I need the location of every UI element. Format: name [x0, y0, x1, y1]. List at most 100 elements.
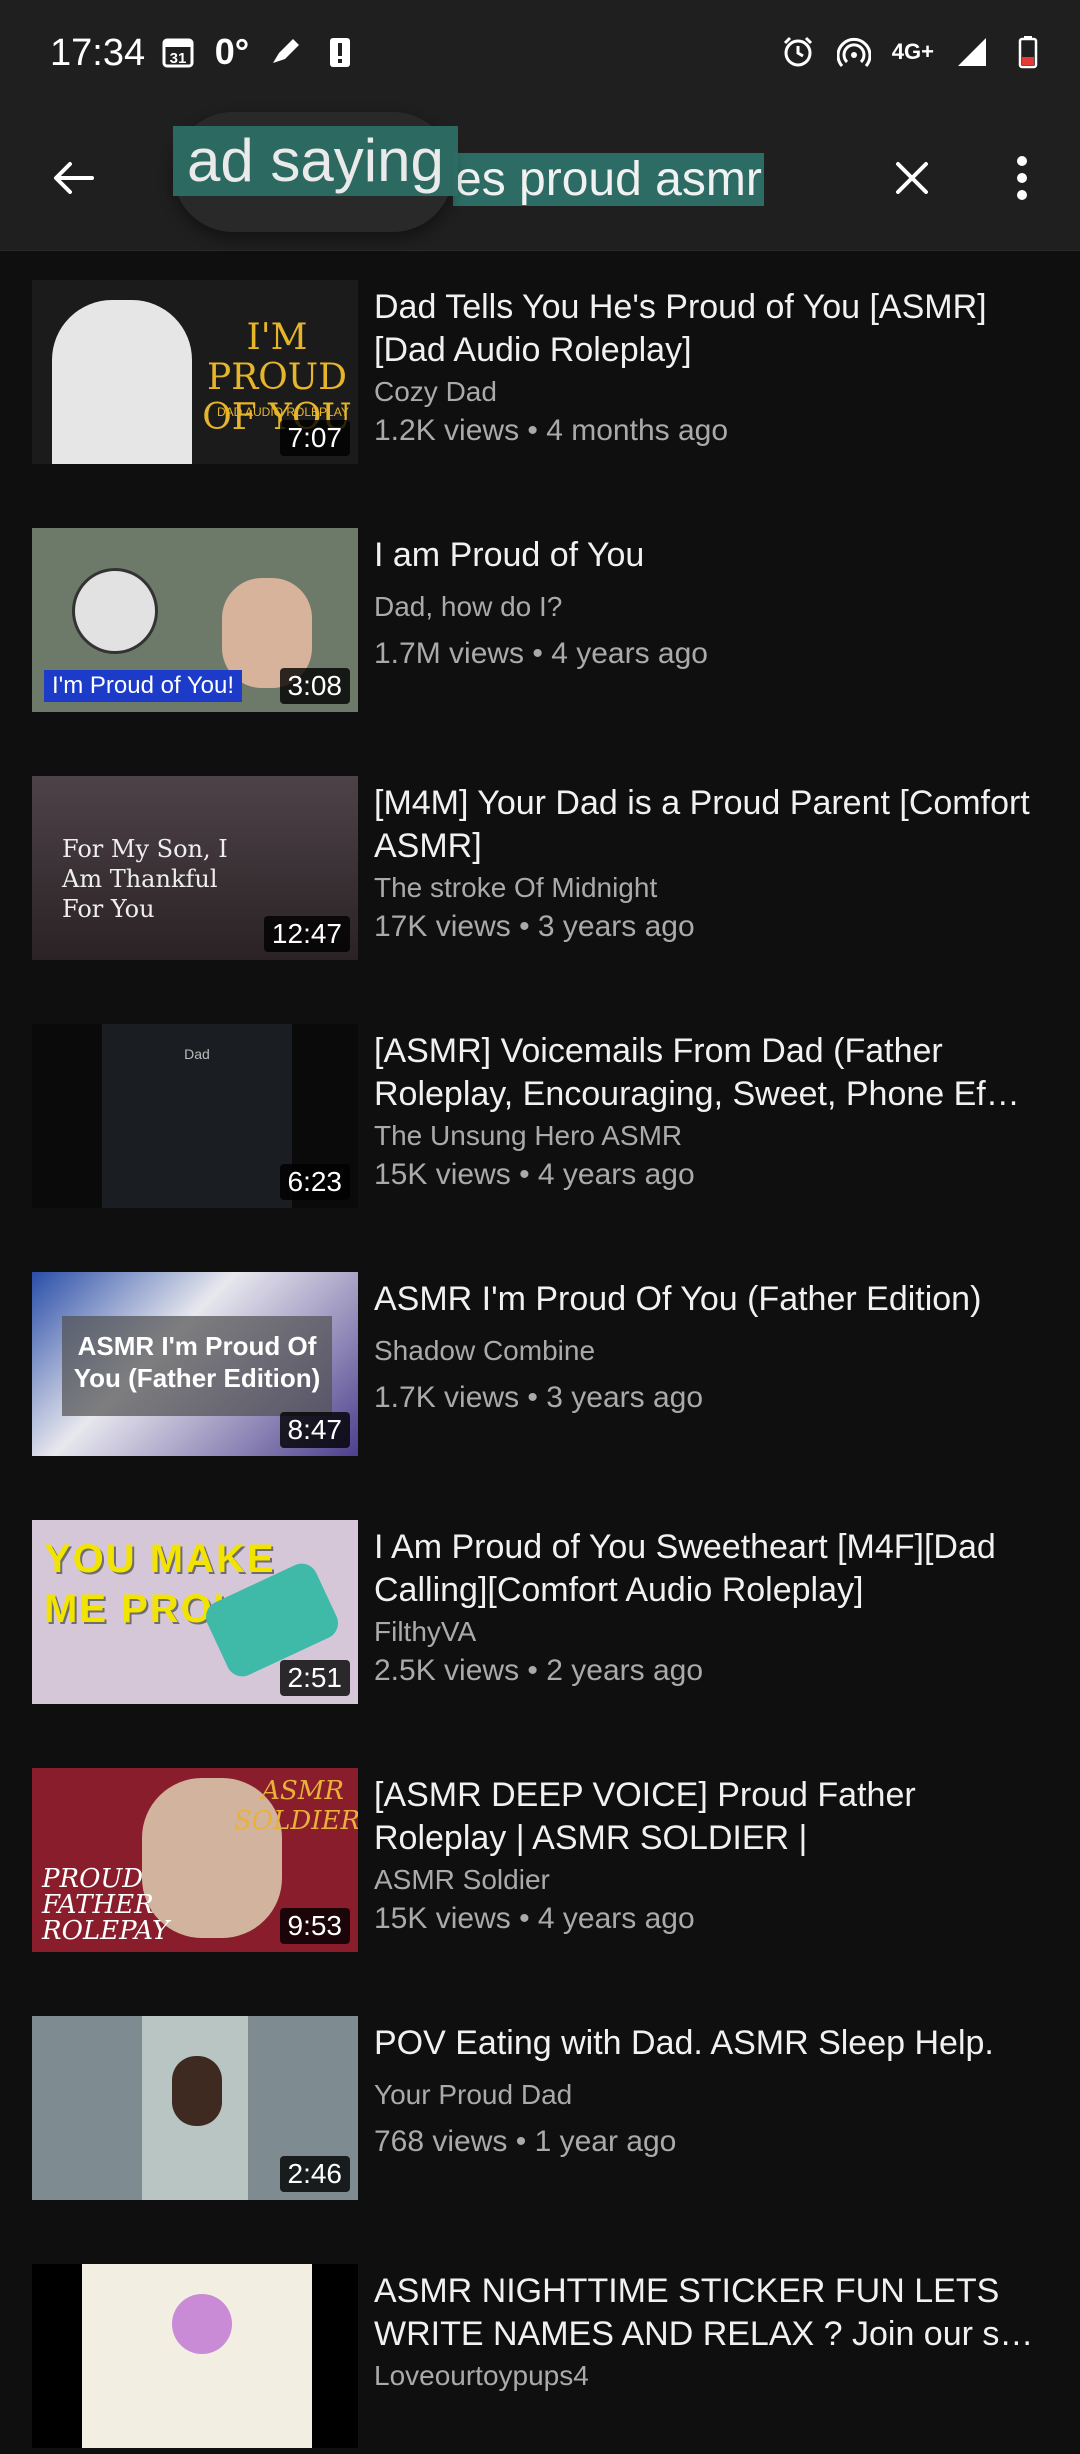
arrow-left-icon	[54, 162, 94, 194]
video-meta: ASMR NIGHTTIME STICKER FUN LETS WRITE NA…	[374, 2270, 1054, 2392]
video-meta: ASMR I'm Proud Of You (Father Edition) S…	[374, 1278, 1054, 1415]
battery-icon	[1010, 34, 1046, 70]
close-icon	[896, 162, 928, 194]
video-title[interactable]: [ASMR DEEP VOICE] Proud Father Roleplay …	[374, 1774, 1054, 1860]
video-stats: 768 views • 1 year ago	[374, 2125, 677, 2158]
video-thumbnail[interactable]: YOU MAKE ME PROUD! 2:51	[32, 1520, 358, 1704]
network-type: 4G+	[891, 39, 934, 64]
pen-icon	[268, 34, 304, 70]
video-thumbnail[interactable]	[32, 2264, 358, 2448]
cartoon-dad-image	[52, 300, 192, 464]
video-meta: [M4M] Your Dad is a Proud Parent [Comfor…	[374, 782, 1054, 944]
video-meta: Dad Tells You He's Proud of You [ASMR] […	[374, 286, 1054, 448]
video-thumbnail[interactable]: For My Son, I Am Thankful For You 12:47	[32, 776, 358, 960]
video-stats: 17K views • 3 years ago	[374, 910, 695, 943]
video-duration: 2:51	[279, 1660, 350, 1696]
clock-image	[72, 568, 158, 654]
video-stats: 15K views • 4 years ago	[374, 1902, 695, 1935]
back-button[interactable]	[42, 146, 106, 210]
video-meta: I Am Proud of You Sweetheart [M4F][Dad C…	[374, 1526, 1054, 1688]
search-query-text: es proud asmr	[453, 140, 764, 220]
flower-sticker-image	[172, 2294, 232, 2354]
status-left-icons: 31 0°	[160, 31, 358, 72]
person-image	[172, 2056, 222, 2126]
video-result[interactable]: YOU MAKE ME PROUD! 2:51 I Am Proud of Yo…	[0, 1520, 1080, 1710]
video-duration: 12:47	[263, 916, 350, 952]
selected-query-text: es proud asmr	[453, 153, 764, 206]
video-meta: POV Eating with Dad. ASMR Sleep Help. Yo…	[374, 2022, 1054, 2159]
video-result[interactable]: ASMR I'm Proud Of You (Father Edition) 8…	[0, 1272, 1080, 1462]
video-result[interactable]: I'M PROUD OF YOU DAD AUDIO ROLEPLAY 7:07…	[0, 280, 1080, 470]
search-input[interactable]: es proud asmr ad saying	[173, 112, 788, 232]
thumbnail-text: For My Son, I Am Thankful For You	[62, 835, 228, 923]
thumbnail-text: ASMR I'm Proud Of You (Father Edition)	[62, 1316, 332, 1416]
thumbnail-text: ASMR SOLDIER	[234, 1776, 358, 1836]
video-thumbnail[interactable]: ASMR I'm Proud Of You (Father Edition) 8…	[32, 1272, 358, 1456]
more-vert-icon	[1017, 156, 1027, 200]
video-thumbnail[interactable]: 2:46	[32, 2016, 358, 2200]
phone-dialer-image: Dad	[102, 1024, 292, 1208]
video-thumbnail[interactable]: I'm Proud of You! 3:08	[32, 528, 358, 712]
video-title[interactable]: Dad Tells You He's Proud of You [ASMR] […	[374, 286, 1054, 372]
video-result[interactable]: ASMR SOLDIER PROUD FATHER ROLEPAY 9:53 […	[0, 1768, 1080, 1958]
video-result[interactable]: For My Son, I Am Thankful For You 12:47 …	[0, 776, 1080, 966]
video-duration: 3:08	[279, 668, 350, 704]
video-stats: 1.7K views • 3 years ago	[374, 1381, 704, 1414]
video-title[interactable]: [M4M] Your Dad is a Proud Parent [Comfor…	[374, 782, 1054, 868]
video-channel[interactable]: The stroke Of Midnight	[374, 872, 1054, 904]
video-stats: 1.2K views • 4 months ago	[374, 414, 729, 447]
video-duration: 7:07	[279, 420, 350, 456]
status-bar: 17:34 31 0° 4G+	[0, 0, 1080, 110]
video-title[interactable]: [ASMR] Voicemails From Dad (Father Rolep…	[374, 1030, 1054, 1116]
video-channel[interactable]: Your Proud Dad	[374, 2079, 1054, 2111]
signal-icon	[954, 34, 990, 70]
search-app-bar: es proud asmr ad saying	[0, 110, 1080, 251]
video-channel[interactable]: Cozy Dad	[374, 376, 1054, 408]
more-options-button[interactable]	[990, 146, 1054, 210]
video-meta: [ASMR] Voicemails From Dad (Father Rolep…	[374, 1030, 1054, 1192]
clear-search-button[interactable]	[880, 146, 944, 210]
sticker-paper-image	[82, 2264, 312, 2448]
video-meta: [ASMR DEEP VOICE] Proud Father Roleplay …	[374, 1774, 1054, 1936]
video-result[interactable]: Dad 6:23 [ASMR] Voicemails From Dad (Fat…	[0, 1024, 1080, 1214]
alert-icon	[322, 34, 358, 70]
video-stats: 1.7M views • 4 years ago	[374, 637, 708, 670]
video-channel[interactable]: ASMR Soldier	[374, 1864, 1054, 1896]
video-stats: 2.5K views • 2 years ago	[374, 1654, 704, 1687]
temperature-indicator: 0°	[214, 31, 250, 72]
video-title[interactable]: ASMR NIGHTTIME STICKER FUN LETS WRITE NA…	[374, 2270, 1054, 2356]
thumbnail-subtext: PROUD FATHER ROLEPAY	[42, 1864, 170, 1946]
alarm-icon	[780, 34, 816, 70]
magnifier-text: ad saying	[173, 126, 458, 196]
text-magnifier: ad saying	[173, 112, 458, 232]
hotspot-icon	[836, 34, 872, 70]
video-thumbnail[interactable]: ASMR SOLDIER PROUD FATHER ROLEPAY 9:53	[32, 1768, 358, 1952]
calendar-day: 31	[170, 50, 187, 67]
video-channel[interactable]: Loveourtoypups4	[374, 2360, 1054, 2392]
video-channel[interactable]: The Unsung Hero ASMR	[374, 1120, 1054, 1152]
calendar-icon: 31	[160, 34, 196, 70]
video-result[interactable]: 2:46 POV Eating with Dad. ASMR Sleep Hel…	[0, 2016, 1080, 2206]
video-title[interactable]: POV Eating with Dad. ASMR Sleep Help.	[374, 2022, 1054, 2065]
video-duration: 8:47	[279, 1412, 350, 1448]
video-result[interactable]: I'm Proud of You! 3:08 I am Proud of You…	[0, 528, 1080, 718]
video-title[interactable]: ASMR I'm Proud Of You (Father Edition)	[374, 1278, 1054, 1321]
video-thumbnail[interactable]: Dad 6:23	[32, 1024, 358, 1208]
video-duration: 6:23	[279, 1164, 350, 1200]
video-title[interactable]: I Am Proud of You Sweetheart [M4F][Dad C…	[374, 1526, 1054, 1612]
video-stats: 15K views • 4 years ago	[374, 1158, 695, 1191]
status-time: 17:34	[50, 32, 146, 74]
video-result[interactable]: ASMR NIGHTTIME STICKER FUN LETS WRITE NA…	[0, 2264, 1080, 2454]
thumbnail-text: Dad	[184, 1046, 210, 1062]
thumbnail-subtext: DAD AUDIO ROLEPLAY	[217, 405, 349, 419]
video-title[interactable]: I am Proud of You	[374, 534, 1054, 577]
video-channel[interactable]: Shadow Combine	[374, 1335, 1054, 1367]
video-duration: 9:53	[279, 1908, 350, 1944]
thumbnail-text: I'm Proud of You!	[44, 670, 243, 702]
video-channel[interactable]: FilthyVA	[374, 1616, 1054, 1648]
video-channel[interactable]: Dad, how do I?	[374, 591, 1054, 623]
video-meta: I am Proud of You Dad, how do I? 1.7M vi…	[374, 534, 1054, 671]
status-right-icons: 4G+	[780, 34, 1046, 70]
video-duration: 2:46	[279, 2156, 350, 2192]
video-thumbnail[interactable]: I'M PROUD OF YOU DAD AUDIO ROLEPLAY 7:07	[32, 280, 358, 464]
